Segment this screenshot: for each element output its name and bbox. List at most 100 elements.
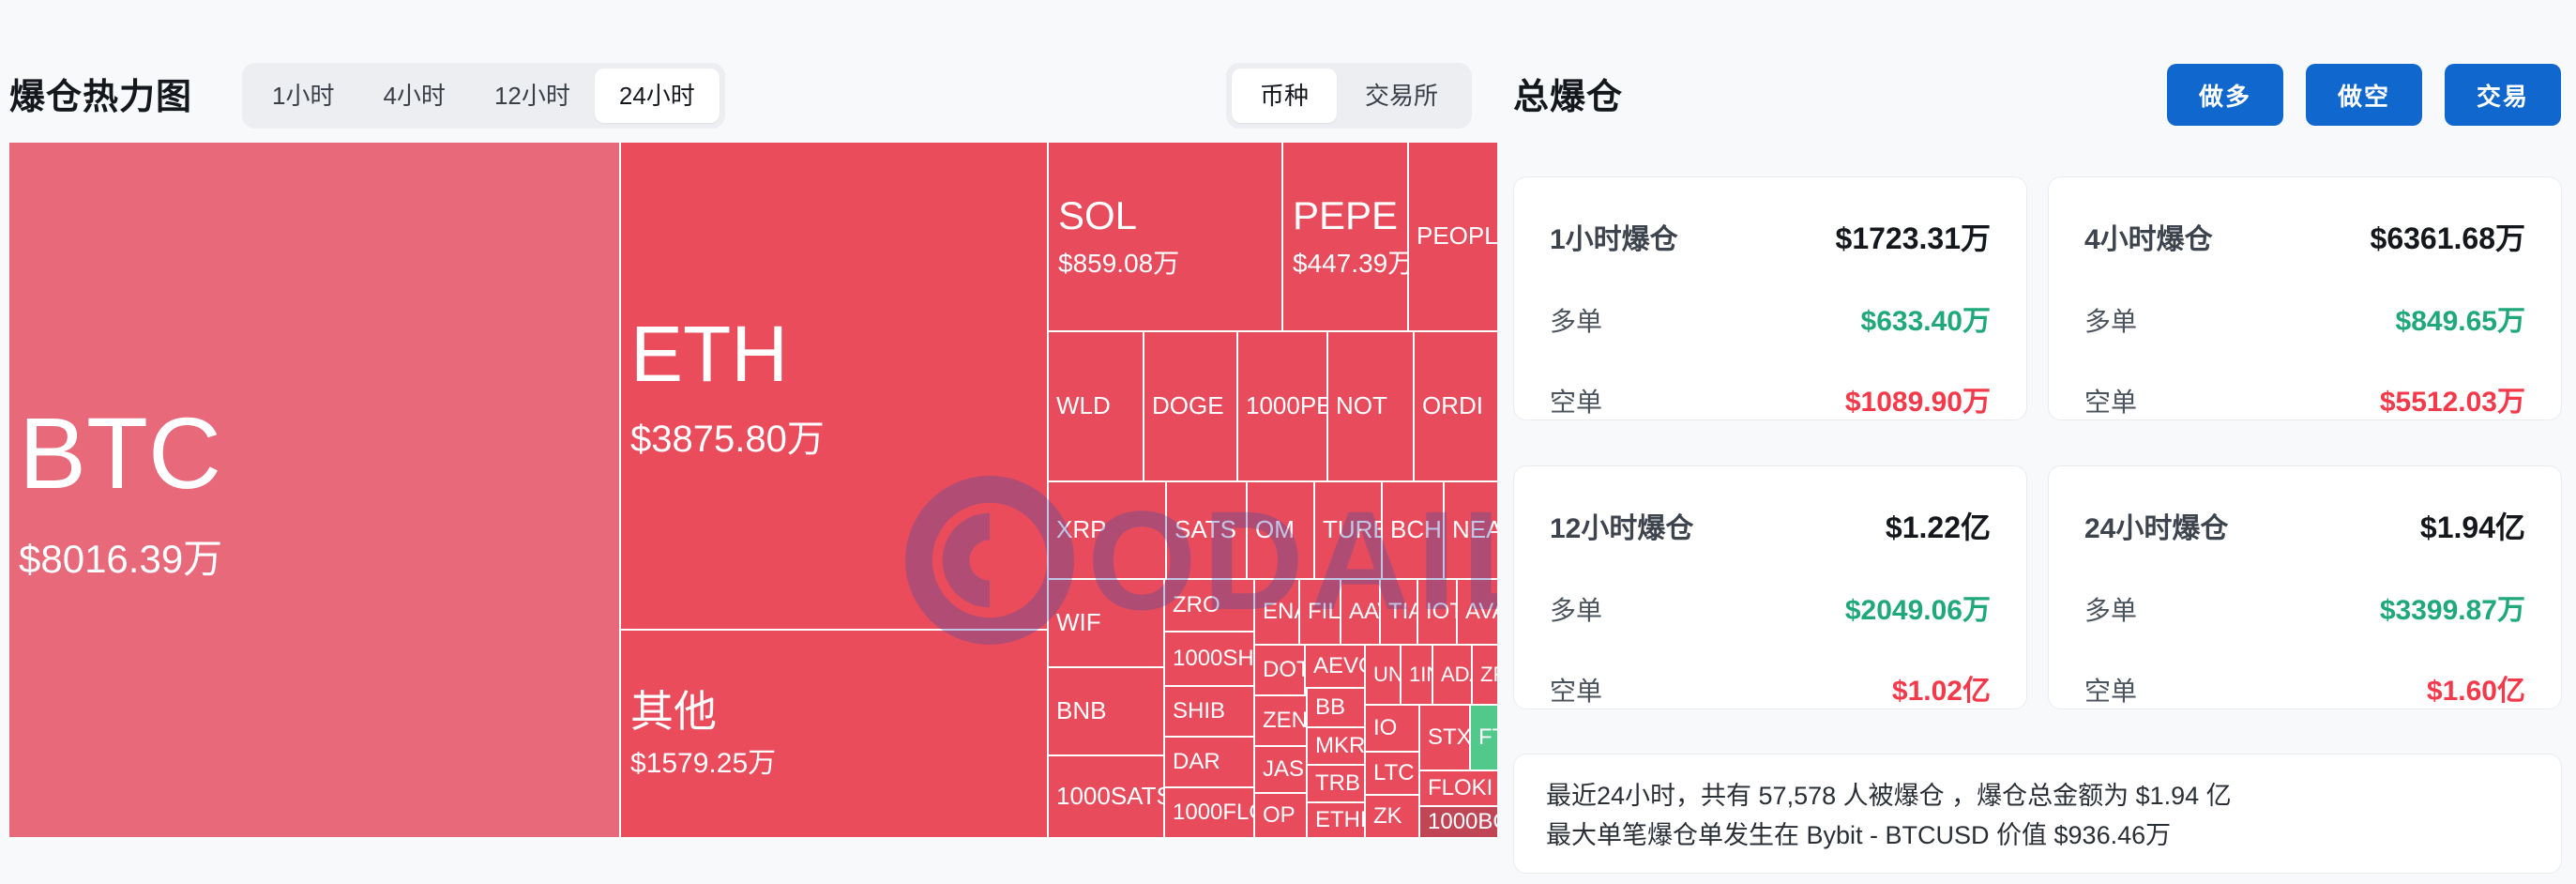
- stat-long-value: $633.40万: [1860, 306, 1991, 337]
- stat-short-value: $1089.90万: [1844, 387, 1991, 418]
- treemap-cell-symbol: 其他: [630, 687, 717, 737]
- treemap-cell-symbol: PEOPLE: [1417, 221, 1497, 251]
- treemap-cell-wif[interactable]: WIF: [1049, 580, 1165, 668]
- treemap-cell-symbol: TURBO: [1323, 515, 1381, 544]
- stat-short-row: 空单 $1.02亿: [1550, 667, 1991, 709]
- treemap-cell-om[interactable]: OM: [1248, 482, 1315, 580]
- treemap-cell-zk[interactable]: ZK: [1366, 796, 1420, 839]
- scope-segmented-control[interactable]: 币种 交易所: [1226, 63, 1473, 129]
- scope-option-0[interactable]: 币种: [1232, 69, 1338, 123]
- treemap-cell-1000bonk[interactable]: 1000BONK: [1420, 807, 1497, 839]
- treemap-cell-symbol: 1000SHIB: [1173, 646, 1254, 672]
- treemap-cell-bch[interactable]: BCH: [1383, 482, 1445, 580]
- total-liquidation-title: 总爆仓: [1513, 78, 1624, 117]
- treemap-cell-ada[interactable]: ADA: [1433, 646, 1473, 706]
- treemap-cell-1000pepe[interactable]: 1000PEPE: [1238, 332, 1328, 482]
- treemap-cell-symbol: ZEN: [1263, 708, 1308, 734]
- treemap-cell-bnb[interactable]: BNB: [1049, 668, 1165, 756]
- treemap-cell-zrx[interactable]: ZRX: [1473, 646, 1497, 706]
- treemap-cell-ethfi[interactable]: ETHFI: [1308, 803, 1366, 839]
- treemap-cell-eth[interactable]: ETH $3875.80万: [621, 143, 1049, 631]
- treemap-cell-ordi[interactable]: ORDI: [1415, 332, 1497, 482]
- treemap-cell-shib[interactable]: SHIB: [1165, 687, 1255, 738]
- treemap-cell-zro[interactable]: ZRO: [1165, 580, 1255, 633]
- treemap-cell-1inch[interactable]: 1INCH: [1402, 646, 1433, 706]
- treemap-cell-aevo[interactable]: AEVO: [1306, 646, 1366, 689]
- stat-long-row: 多单 $849.65万: [2084, 297, 2525, 339]
- treemap-cell-avax[interactable]: AVAX: [1458, 580, 1497, 646]
- treemap-cell-ltc[interactable]: LTC: [1366, 753, 1420, 796]
- timeframe-option-3[interactable]: 24小时: [594, 69, 720, 123]
- treemap-cell-jasmy[interactable]: JASMY: [1255, 747, 1308, 794]
- stat-long-label: 多单: [1550, 307, 1603, 336]
- timeframe-option-0[interactable]: 1小时: [248, 69, 358, 123]
- treemap-cell-mkr[interactable]: MKR: [1308, 728, 1366, 766]
- treemap-cell-symbol: XRP: [1056, 515, 1107, 544]
- timeframe-segmented-control[interactable]: 1小时 4小时 12小时 24小时: [242, 63, 725, 129]
- treemap-cell-tia[interactable]: TIA: [1381, 580, 1418, 646]
- treemap-cell-floki[interactable]: FLOKI: [1420, 771, 1497, 807]
- treemap-cell-near[interactable]: NEAR: [1445, 482, 1497, 580]
- treemap-cell-ena[interactable]: ENA: [1255, 580, 1300, 646]
- treemap-cell-1000floki[interactable]: 1000FLOKI: [1165, 788, 1255, 839]
- treemap-cell-doge[interactable]: DOGE: [1144, 332, 1238, 482]
- timeframe-option-2[interactable]: 12小时: [470, 69, 595, 123]
- treemap-cell-symbol: FLOKI: [1428, 775, 1493, 801]
- liquidation-treemap[interactable]: BTC $8016.39万 ETH $3875.80万其他 $1579.25万 SOL $8…: [9, 143, 1497, 839]
- treemap-cell-symbol: PEPE: [1293, 193, 1399, 238]
- stat-short-value: $1.60亿: [2426, 676, 2525, 707]
- treemap-cell-symbol: TIA: [1388, 599, 1417, 625]
- treemap-cell-symbol: WIF: [1056, 608, 1101, 637]
- treemap-cell-symbol: ETHFI: [1315, 807, 1364, 833]
- treemap-cell-symbol: NEAR: [1452, 515, 1497, 544]
- stat-total-value: $6361.68万: [2370, 221, 2525, 255]
- treemap-cell-sol[interactable]: SOL $859.08万: [1049, 143, 1283, 332]
- treemap-cell-1000shib[interactable]: 1000SHIB: [1165, 633, 1255, 687]
- treemap-cell-uni[interactable]: UNI: [1366, 646, 1402, 706]
- treemap-cell-io[interactable]: IO: [1366, 706, 1420, 753]
- treemap-cell-turbo[interactable]: TURBO: [1315, 482, 1383, 580]
- treemap-cell-iota[interactable]: IOTA: [1418, 580, 1458, 646]
- treemap-cell-ftm[interactable]: FTM: [1471, 706, 1497, 771]
- treemap-cell-其他[interactable]: 其他 $1579.25万: [621, 631, 1049, 839]
- treemap-cell-op[interactable]: OP: [1255, 794, 1308, 839]
- treemap-cell-value: $1579.25万: [630, 748, 777, 780]
- treemap-cell-dar[interactable]: DAR: [1165, 738, 1255, 788]
- treemap-cell-stx[interactable]: STX: [1420, 706, 1471, 771]
- stat-short-label: 空单: [1550, 388, 1603, 417]
- treemap-cell-btc[interactable]: BTC $8016.39万: [9, 143, 621, 839]
- short-button[interactable]: 做空: [2305, 64, 2422, 126]
- treemap-cell-not[interactable]: NOT: [1328, 332, 1415, 482]
- treemap-cell-aave[interactable]: AAVE: [1341, 580, 1381, 646]
- page-header: 爆仓热力图 1小时 4小时 12小时 24小时 币种 交易所 总爆仓 做多 做空 交易: [0, 0, 2576, 141]
- treemap-cell-dot[interactable]: DOT: [1255, 646, 1306, 696]
- treemap-cell-1000sats[interactable]: 1000SATS: [1049, 756, 1165, 839]
- trade-button[interactable]: 交易: [2444, 64, 2561, 126]
- treemap-cell-symbol: 1000SATS: [1056, 782, 1165, 811]
- stat-total-row: 24小时爆仓 $1.94亿: [2084, 504, 2525, 547]
- treemap-cell-zen[interactable]: ZEN: [1255, 696, 1308, 747]
- treemap-cell-symbol: STX: [1428, 724, 1471, 751]
- treemap-cell-symbol: IOTA: [1426, 599, 1456, 625]
- long-button[interactable]: 做多: [2166, 64, 2283, 126]
- timeframe-option-1[interactable]: 4小时: [358, 69, 469, 123]
- stat-long-row: 多单 $3399.87万: [2084, 587, 2525, 628]
- treemap-cell-bb[interactable]: BB: [1308, 689, 1366, 728]
- treemap-cell-symbol: ZRO: [1173, 592, 1220, 618]
- stat-long-label: 多单: [1550, 596, 1603, 625]
- treemap-cell-symbol: AEVO: [1313, 653, 1364, 679]
- treemap-cell-symbol: ZK: [1373, 803, 1402, 830]
- treemap-cell-symbol: BNB: [1056, 696, 1107, 725]
- stat-card-1h: 1小时爆仓 $1723.31万 多单 $633.40万 空单 $1089.90万: [1513, 176, 2027, 420]
- treemap-cell-sats[interactable]: SATS: [1167, 482, 1248, 580]
- treemap-cell-symbol: ETH: [630, 309, 788, 398]
- treemap-cell-trb[interactable]: TRB: [1308, 766, 1366, 803]
- scope-option-1[interactable]: 交易所: [1337, 69, 1466, 123]
- treemap-cell-pepe[interactable]: PEPE $447.39万: [1283, 143, 1409, 332]
- treemap-cell-wld[interactable]: WLD: [1049, 332, 1144, 482]
- treemap-cell-people[interactable]: PEOPLE: [1409, 143, 1497, 332]
- stat-title: 1小时爆仓: [1550, 224, 1678, 255]
- treemap-cell-symbol: ORDI: [1422, 391, 1483, 420]
- treemap-cell-fil[interactable]: FIL: [1300, 580, 1341, 646]
- treemap-cell-xrp[interactable]: XRP: [1049, 482, 1167, 580]
